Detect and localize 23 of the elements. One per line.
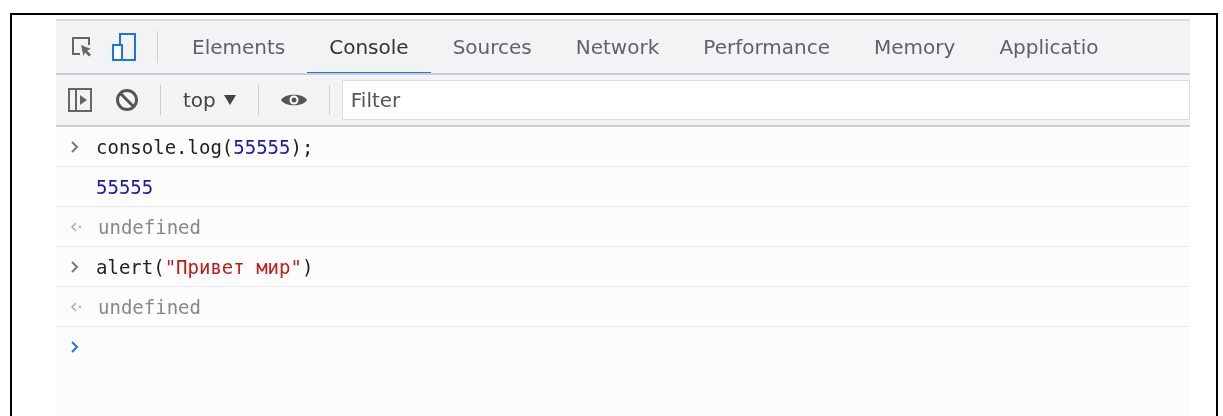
tab[interactable]: Performance — [681, 21, 853, 73]
tab[interactable]: Sources — [430, 21, 554, 73]
console-line: alert("Привет мир") — [96, 255, 314, 278]
context-dropdown[interactable]: top — [173, 75, 246, 125]
filter-field[interactable]: Filter — [341, 80, 1190, 120]
chevron-icon — [70, 259, 80, 274]
chevron-icon — [70, 139, 80, 154]
clear-icon[interactable] — [115, 88, 139, 112]
sidebar-toggle-icon[interactable] — [68, 88, 92, 112]
dropdown-caret-icon — [223, 95, 236, 105]
chevron-icon — [70, 339, 80, 354]
console-line: console.log(55555); — [96, 135, 314, 158]
inspect-icon[interactable] — [70, 35, 94, 59]
device-toolbar-icon[interactable] — [112, 33, 136, 61]
console-line: 55555 — [96, 175, 154, 198]
tab[interactable]: Elements — [170, 21, 308, 73]
return-arrow-icon — [70, 300, 82, 313]
tab[interactable]: Applicatio — [977, 21, 1121, 73]
return-arrow-icon — [70, 220, 82, 233]
console-line: undefined — [98, 215, 201, 238]
tab[interactable]: Network — [553, 21, 682, 73]
console-line: undefined — [98, 295, 201, 318]
tab[interactable]: Memory — [852, 21, 978, 73]
